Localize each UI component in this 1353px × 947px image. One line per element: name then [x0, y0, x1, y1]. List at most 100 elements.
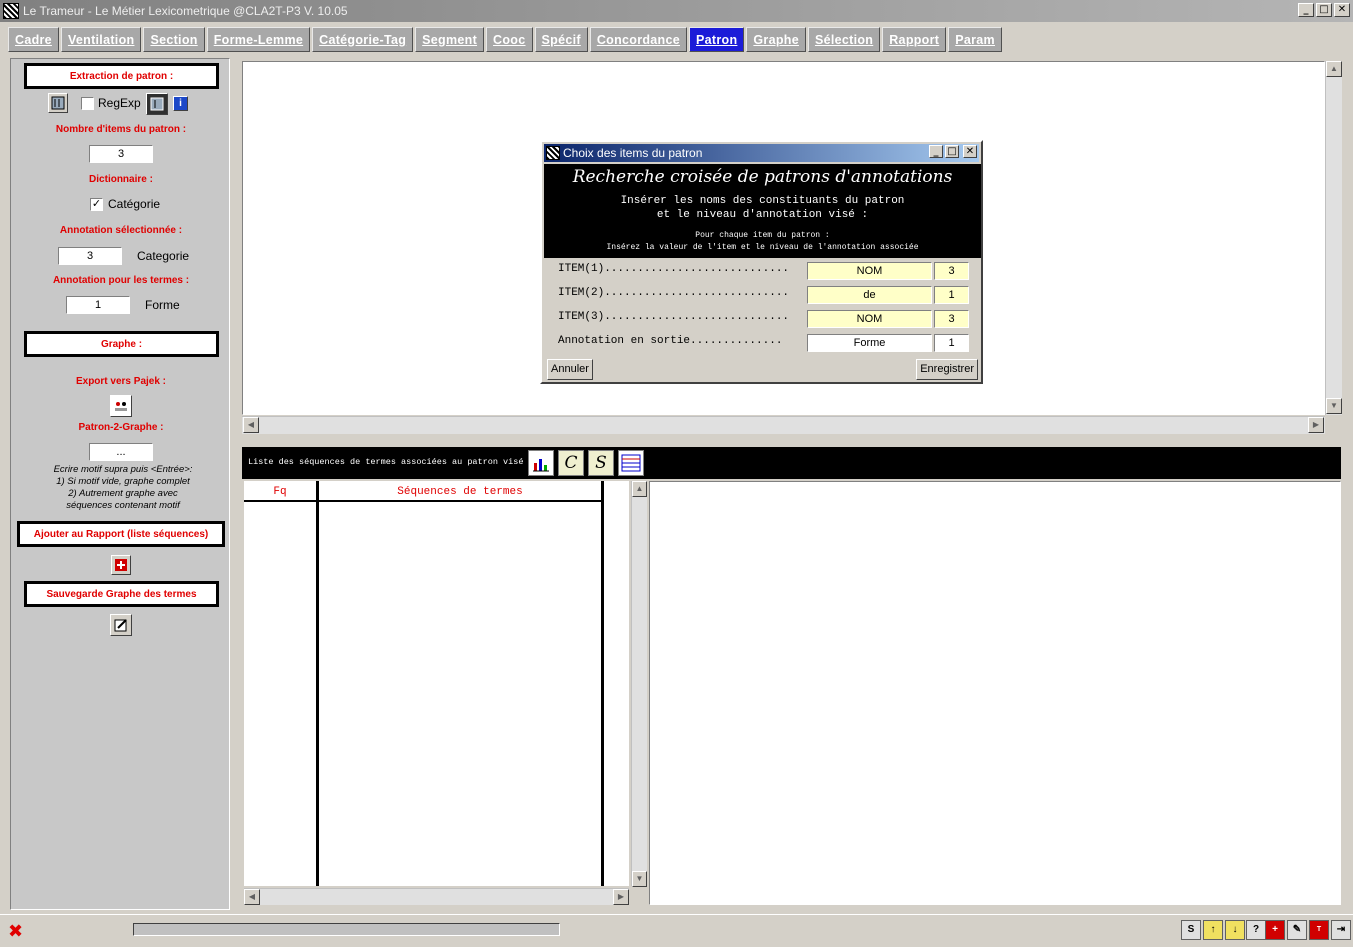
table-scroll-right-button[interactable]: ▶	[613, 889, 629, 905]
window-title: Le Trameur - Le Métier Lexicometrique @C…	[23, 4, 348, 18]
tab-cadre[interactable]: Cadre	[8, 27, 59, 52]
table-horizontal-scrollbar[interactable]: ◀ ▶	[244, 888, 629, 905]
tab-patron[interactable]: Patron	[689, 27, 745, 52]
tab-section[interactable]: Section	[143, 27, 205, 52]
nb-items-field[interactable]: 3	[89, 145, 153, 163]
table-scroll-down-button[interactable]: ▼	[632, 871, 647, 887]
item-value-field[interactable]: NOM	[807, 262, 932, 280]
categorie-checkbox[interactable]: ✓	[90, 198, 103, 211]
scroll-up-button[interactable]: ▲	[1326, 61, 1342, 77]
tab-selection[interactable]: Sélection	[807, 27, 881, 52]
top-vertical-scrollbar[interactable]: ▲ ▼	[1325, 61, 1342, 415]
dictionnaire-label: Dictionnaire :	[89, 174, 153, 185]
stop-icon[interactable]: ✖	[8, 921, 23, 942]
dialog-close-button[interactable]: ✕	[963, 145, 977, 158]
pajek-icon	[115, 402, 127, 411]
tab-categorie-tag[interactable]: Catégorie-Tag	[312, 27, 414, 52]
tab-forme-lemme[interactable]: Forme-Lemme	[206, 27, 311, 52]
folder-save-icon: ↓	[1232, 924, 1238, 935]
edit-icon: ✎	[1292, 924, 1302, 935]
sauvegarde-header: Sauvegarde Graphe des termes	[24, 581, 219, 607]
cancel-button[interactable]: Annuler	[547, 359, 593, 380]
tab-ventilation[interactable]: Ventilation	[60, 27, 142, 52]
app-icon	[3, 3, 19, 19]
tab-concordance[interactable]: Concordance	[589, 27, 687, 52]
dialog-app-icon	[546, 146, 560, 160]
extract-run-button[interactable]	[48, 93, 68, 113]
extraction-header: Extraction de patron :	[24, 63, 219, 89]
tab-rapport[interactable]: Rapport	[882, 27, 947, 52]
chart-export-button[interactable]	[528, 450, 554, 476]
dialog-minimize-button[interactable]: _	[929, 145, 943, 158]
item-value-field[interactable]: NOM	[807, 310, 932, 328]
tab-param[interactable]: Param	[948, 27, 1002, 52]
column-header-sequences[interactable]: Séquences de termes	[319, 482, 601, 502]
tab-bar: Cadre Ventilation Section Forme-Lemme Ca…	[8, 27, 1004, 52]
item-row: ITEM(3)............................ NOM …	[558, 310, 978, 328]
output-value-field[interactable]: Forme	[807, 334, 932, 352]
info-button[interactable]: i	[173, 96, 188, 111]
close-button[interactable]: ✕	[1334, 3, 1350, 17]
scroll-right-button[interactable]: ▶	[1308, 417, 1324, 433]
red-plus-icon	[115, 559, 127, 571]
item-level-field[interactable]: 3	[934, 310, 969, 328]
window-titlebar: Le Trameur - Le Métier Lexicometrique @C…	[0, 0, 1353, 22]
left-control-panel: Extraction de patron : RegExp i Nombre d…	[10, 58, 230, 910]
save-graph-button[interactable]	[110, 614, 132, 636]
output-level-field[interactable]: 1	[934, 334, 969, 352]
nb-items-label: Nombre d'items du patron :	[55, 124, 187, 135]
extract-alt-button[interactable]	[146, 93, 168, 115]
sequence-detail-area	[649, 481, 1341, 905]
status-save-button[interactable]: ↓	[1225, 920, 1245, 940]
table-vertical-scrollbar[interactable]: ▲ ▼	[631, 481, 647, 887]
item-value-field[interactable]: de	[807, 286, 932, 304]
status-exit-button[interactable]: ⇥	[1331, 920, 1351, 940]
motif-note-line-4: séquences contenant motif	[66, 500, 180, 511]
annotation-termes-field[interactable]: 1	[66, 296, 130, 314]
regexp-checkbox[interactable]	[81, 97, 94, 110]
minimize-button[interactable]: _	[1298, 3, 1314, 17]
tab-segment[interactable]: Segment	[415, 27, 485, 52]
dialog-title: Choix des items du patron	[563, 146, 703, 160]
item-level-field[interactable]: 3	[934, 262, 969, 280]
column-header-fq[interactable]: Fq	[244, 482, 316, 502]
table-scroll-left-button[interactable]: ◀	[244, 889, 260, 905]
patron2graphe-label: Patron-2-Graphe :	[78, 422, 164, 433]
categorie-label: Catégorie	[108, 197, 161, 211]
grid-dark-icon	[150, 97, 164, 111]
column-divider	[316, 481, 319, 886]
s-letter-icon: S	[595, 453, 607, 473]
status-trameur-button[interactable]: T	[1309, 920, 1329, 940]
tab-specif[interactable]: Spécif	[534, 27, 588, 52]
dialog-maximize-button[interactable]: □	[945, 145, 959, 158]
item-level-field[interactable]: 1	[934, 286, 969, 304]
table-view-button[interactable]	[618, 450, 644, 476]
item-row: ITEM(1)............................ NOM …	[558, 262, 978, 280]
table-scroll-up-button[interactable]: ▲	[632, 481, 647, 497]
save-button[interactable]: Enregistrer	[916, 359, 978, 380]
dialog-banner: Recherche croisée de patrons d'annotatio…	[544, 164, 981, 258]
tab-cooc[interactable]: Cooc	[486, 27, 533, 52]
patron2graphe-field[interactable]: ...	[89, 443, 153, 461]
add-to-report-button[interactable]	[111, 555, 131, 575]
scroll-left-button[interactable]: ◀	[243, 417, 259, 433]
export-pajek-button[interactable]	[110, 395, 132, 417]
grid-icon	[51, 96, 65, 110]
graphe-header: Graphe :	[24, 331, 219, 357]
maximize-button[interactable]: □	[1316, 3, 1332, 17]
annotation-termes-name: Forme	[145, 298, 180, 312]
specif-button[interactable]: S	[588, 450, 614, 476]
status-help-button[interactable]: ?	[1246, 920, 1266, 940]
item-row: ITEM(2)............................ de 1	[558, 286, 978, 304]
scroll-down-button[interactable]: ▼	[1326, 398, 1342, 414]
item-label: ITEM(1)............................	[558, 263, 790, 275]
status-open-button[interactable]: ↑	[1203, 920, 1223, 940]
tab-graphe[interactable]: Graphe	[746, 27, 806, 52]
status-edit-button[interactable]: ✎	[1287, 920, 1307, 940]
annotation-selected-field[interactable]: 3	[58, 247, 122, 265]
status-add-button[interactable]: +	[1265, 920, 1285, 940]
concordance-button[interactable]: C	[558, 450, 584, 476]
info-icon: i	[179, 98, 182, 109]
top-horizontal-scrollbar[interactable]: ◀ ▶	[242, 416, 1325, 434]
status-settings-button[interactable]: S	[1181, 920, 1201, 940]
